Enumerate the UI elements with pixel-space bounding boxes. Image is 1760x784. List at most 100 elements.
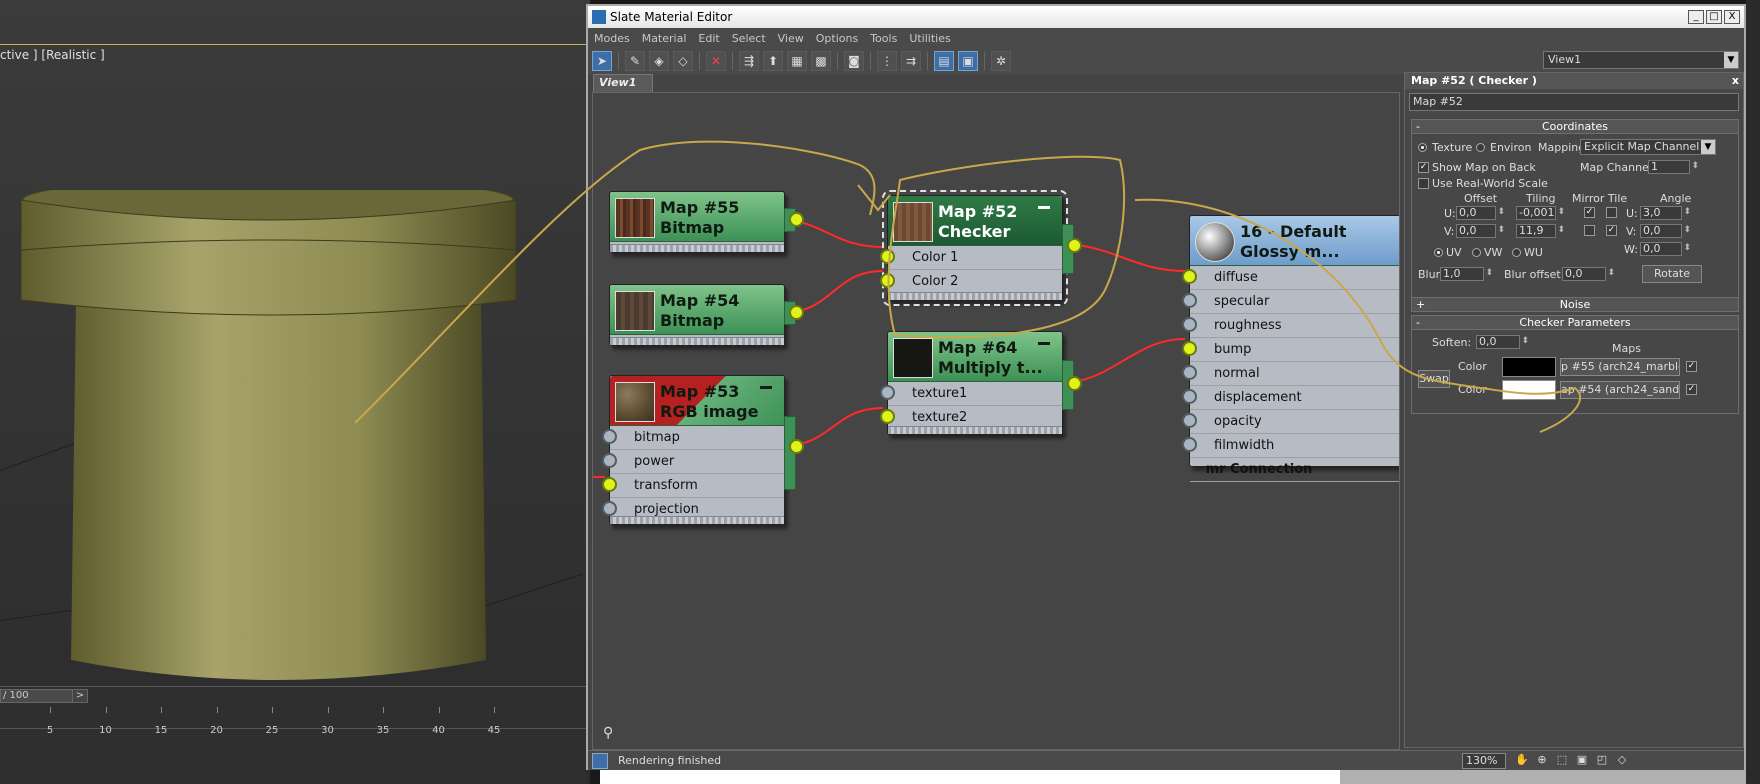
- rollout-checker-parameters[interactable]: - Checker Parameters: [1411, 315, 1739, 330]
- menu-tools[interactable]: Tools: [870, 32, 897, 45]
- u-angle-spinner[interactable]: 3,0: [1640, 206, 1691, 220]
- output-socket[interactable]: [1067, 376, 1082, 391]
- reset-material-icon[interactable]: ◇: [673, 51, 693, 71]
- node-header[interactable]: Map #64 Multiply t...: [888, 332, 1062, 382]
- next-frame-button[interactable]: >: [72, 689, 88, 703]
- input-socket[interactable]: [880, 409, 895, 424]
- u-offset-spinner[interactable]: 0,0: [1456, 206, 1505, 220]
- menu-material[interactable]: Material: [642, 32, 687, 45]
- close-button[interactable]: X: [1724, 10, 1740, 24]
- node-header[interactable]: 16 - Default Glossy m...: [1190, 216, 1399, 266]
- node-resize-grip[interactable]: [610, 244, 784, 252]
- menu-select[interactable]: Select: [732, 32, 766, 45]
- node-map54[interactable]: Map #54 Bitmap: [609, 284, 804, 346]
- zoom-extents-icon[interactable]: ▣: [1574, 753, 1590, 769]
- input-socket[interactable]: [880, 249, 895, 264]
- slot-bump[interactable]: bump: [1182, 338, 1399, 362]
- node-header[interactable]: Map #52 Checker: [888, 196, 1062, 246]
- menu-edit[interactable]: Edit: [698, 32, 719, 45]
- color2-map-checkbox[interactable]: ✓: [1686, 384, 1697, 395]
- menu-modes[interactable]: Modes: [594, 32, 630, 45]
- soften-spinner[interactable]: 0,0: [1476, 335, 1529, 349]
- input-socket[interactable]: [880, 385, 895, 400]
- slot-filmwidth[interactable]: filmwidth: [1182, 434, 1399, 458]
- zoom-selected-icon[interactable]: ◰: [1594, 753, 1610, 769]
- slot-diffuse[interactable]: diffuse: [1182, 266, 1399, 290]
- node-resize-grip[interactable]: [610, 337, 784, 345]
- color2-swatch[interactable]: [1502, 380, 1556, 400]
- hide-unused-icon[interactable]: ⬆: [763, 51, 783, 71]
- input-socket[interactable]: [1182, 437, 1197, 452]
- color1-map-checkbox[interactable]: ✓: [1686, 361, 1697, 372]
- output-socket[interactable]: [789, 305, 804, 320]
- pan-hand-icon[interactable]: ✋: [1514, 753, 1530, 769]
- slot-displacement[interactable]: displacement: [1182, 386, 1399, 410]
- color1-map-button[interactable]: p #55 (arch24_marble.jpg): [1560, 358, 1680, 376]
- input-socket[interactable]: [1182, 341, 1197, 356]
- zoom-region-icon[interactable]: ⬚: [1554, 753, 1570, 769]
- move-children-icon[interactable]: ⇶: [739, 51, 759, 71]
- node-map53[interactable]: Map #53 RGB image bitmap power transform …: [602, 375, 804, 525]
- select-tool-icon[interactable]: ➤: [592, 51, 612, 71]
- flower-pot-object[interactable]: [16, 190, 521, 685]
- background-icon[interactable]: ▩: [811, 51, 831, 71]
- assign-material-icon[interactable]: ◈: [649, 51, 669, 71]
- vw-radio[interactable]: [1472, 248, 1481, 257]
- node-canvas[interactable]: Map #55 Bitmap Map #54 Bitmap Map #53 RGB i…: [592, 92, 1400, 750]
- input-socket[interactable]: [1182, 389, 1197, 404]
- input-socket[interactable]: [602, 429, 617, 444]
- u-tiling-spinner[interactable]: -0,001: [1516, 206, 1565, 220]
- collapse-icon[interactable]: [1038, 342, 1050, 345]
- blur-spinner[interactable]: 1,0: [1440, 267, 1493, 281]
- mr-connection-group[interactable]: mr Connection: [1190, 458, 1399, 482]
- maximize-button[interactable]: □: [1706, 10, 1722, 24]
- select-by-material-icon[interactable]: ✲: [991, 51, 1011, 71]
- close-icon[interactable]: x: [1732, 73, 1739, 89]
- swap-button[interactable]: Swap: [1418, 370, 1450, 388]
- v-offset-spinner[interactable]: 0,0: [1456, 224, 1505, 238]
- input-socket[interactable]: [1182, 293, 1197, 308]
- blur-offset-spinner[interactable]: 0,0: [1562, 267, 1615, 281]
- tab-view1[interactable]: View1: [593, 74, 653, 92]
- rotate-button[interactable]: Rotate: [1642, 265, 1702, 283]
- slot-texture1[interactable]: texture1: [880, 382, 1062, 406]
- input-socket[interactable]: [1182, 413, 1197, 428]
- wu-radio[interactable]: [1512, 248, 1521, 257]
- node-header[interactable]: Map #53 RGB image: [610, 376, 784, 426]
- slot-power[interactable]: power: [602, 450, 784, 474]
- viewport-label[interactable]: ctive ] [Realistic ]: [0, 48, 105, 62]
- input-socket[interactable]: [1182, 365, 1197, 380]
- rollout-noise[interactable]: + Noise: [1411, 297, 1739, 312]
- pick-material-icon[interactable]: ✎: [625, 51, 645, 71]
- view-options-icon[interactable]: ◇: [1614, 753, 1630, 769]
- parameter-editor-toggle-icon[interactable]: ▣: [958, 51, 978, 71]
- node-material-16-default[interactable]: 16 - Default Glossy m... diffuse specular…: [1182, 215, 1399, 482]
- view-selector-dropdown[interactable]: View1 ▼: [1543, 51, 1739, 69]
- v-tile-checkbox[interactable]: ✓: [1606, 225, 1617, 236]
- timeline[interactable]: / 100 > 5 10 15 20 25 30 35 40 45: [0, 686, 586, 784]
- slot-transform[interactable]: transform: [602, 474, 784, 498]
- minimize-button[interactable]: _: [1688, 10, 1704, 24]
- input-socket[interactable]: [1182, 269, 1197, 284]
- menu-options[interactable]: Options: [816, 32, 858, 45]
- mapping-dropdown[interactable]: Explicit Map Channel ▼: [1580, 139, 1716, 155]
- sample-type-icon[interactable]: ◙: [844, 51, 864, 71]
- u-tile-checkbox[interactable]: [1606, 207, 1617, 218]
- collapse-icon[interactable]: [760, 386, 772, 389]
- zoom-level-dropdown[interactable]: 130%: [1462, 753, 1506, 769]
- output-socket[interactable]: [1067, 238, 1082, 253]
- slot-normal[interactable]: normal: [1182, 362, 1399, 386]
- node-map52-checker[interactable]: Map #52 Checker Color 1 Color 2: [880, 190, 1082, 306]
- input-socket[interactable]: [880, 273, 895, 288]
- timeline-ruler[interactable]: 5 10 15 20 25 30 35 40 45: [0, 707, 586, 736]
- zoom-icon[interactable]: ⊕: [1534, 753, 1550, 769]
- rollout-coordinates[interactable]: - Coordinates: [1411, 119, 1739, 134]
- input-socket[interactable]: [602, 477, 617, 492]
- color2-map-button[interactable]: ap #54 (arch24_sand.jpg): [1560, 381, 1680, 399]
- slate-material-editor-window[interactable]: Slate Material Editor _ □ X Modes Materi…: [586, 4, 1746, 770]
- node-map55[interactable]: Map #55 Bitmap: [609, 191, 804, 253]
- slot-opacity[interactable]: opacity: [1182, 410, 1399, 434]
- input-socket[interactable]: [1182, 317, 1197, 332]
- u-mirror-checkbox[interactable]: ✓: [1584, 207, 1595, 218]
- slot-color1[interactable]: Color 1: [880, 246, 1062, 270]
